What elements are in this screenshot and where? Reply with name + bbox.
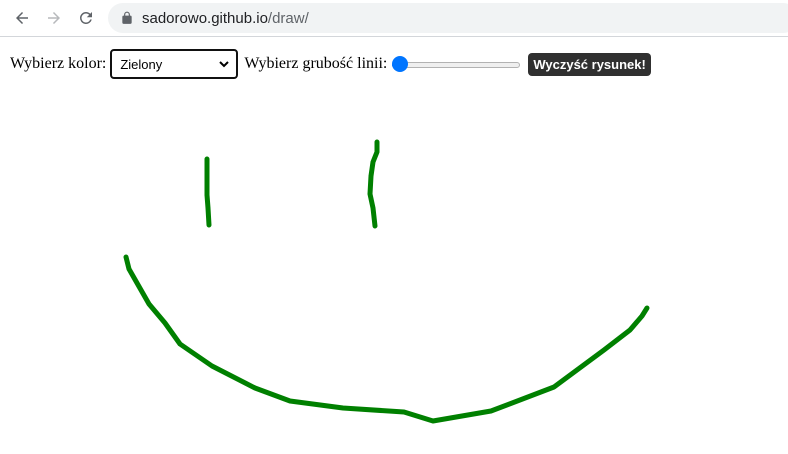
drawing-controls: Wybierz kolor: Zielony Wybierz grubość l… <box>10 49 651 79</box>
drawing-canvas[interactable] <box>0 90 788 454</box>
clear-drawing-button[interactable]: Wyczyść rysunek! <box>528 52 651 76</box>
url-host: sadorowo.github.io <box>142 9 268 27</box>
url-text: sadorowo.github.io/draw/ <box>142 10 309 27</box>
stroke-right-eye <box>367 139 380 229</box>
url-path: /draw/ <box>267 9 309 27</box>
arrow-left-icon <box>16 12 28 24</box>
line-width-label: Wybierz grubość linii: <box>244 55 388 72</box>
chevron-down-icon <box>218 58 230 70</box>
forward-button[interactable] <box>42 6 66 30</box>
slider-track <box>392 62 521 68</box>
reload-icon <box>79 11 92 24</box>
back-button[interactable] <box>10 6 34 30</box>
reload-button[interactable] <box>74 6 98 30</box>
color-select-value: Zielony <box>120 56 163 72</box>
color-select[interactable]: Zielony <box>110 49 239 79</box>
browser-toolbar: sadorowo.github.io/draw/ <box>0 0 788 37</box>
lock-icon <box>120 11 134 25</box>
arrow-right-icon <box>48 12 60 24</box>
stroke-left-eye <box>204 156 212 228</box>
address-bar[interactable]: sadorowo.github.io/draw/ <box>108 3 788 33</box>
color-label: Wybierz kolor: <box>10 55 107 72</box>
stroke-mouth <box>123 254 650 424</box>
slider-thumb[interactable] <box>392 56 409 72</box>
line-width-slider[interactable] <box>392 56 521 72</box>
